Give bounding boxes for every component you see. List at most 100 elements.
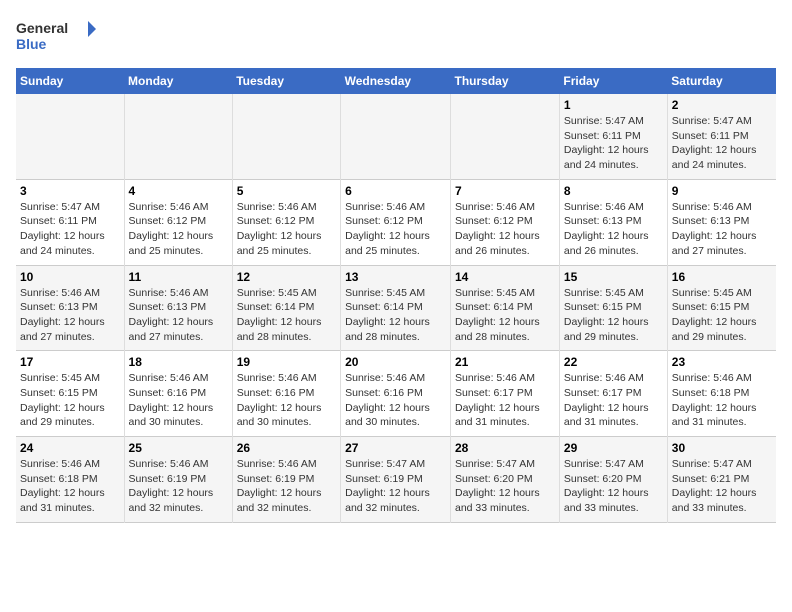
day-cell: 30 Sunrise: 5:47 AM Sunset: 6:21 PM Dayli… [667, 437, 776, 523]
day-cell: 3Sunrise: 5:47 AM Sunset: 6:11 PM Daylig… [16, 179, 124, 265]
header-saturday: Saturday [667, 68, 776, 94]
day-cell: 28 Sunrise: 5:47 AM Sunset: 6:20 PM Dayli… [451, 437, 560, 523]
day-cell [232, 94, 340, 179]
day-number: 5 [237, 184, 336, 198]
day-number: 4 [129, 184, 228, 198]
day-info: Sunrise: 5:47 AM Sunset: 6:11 PM Dayligh… [20, 200, 120, 259]
day-info: Sunrise: 5:45 AM Sunset: 6:15 PM Dayligh… [672, 286, 772, 345]
svg-text:General: General [16, 20, 68, 36]
day-cell: 1Sunrise: 5:47 AM Sunset: 6:11 PM Daylig… [559, 94, 667, 179]
day-info: Sunrise: 5:46 AM Sunset: 6:16 PM Dayligh… [129, 371, 228, 430]
day-cell: 6Sunrise: 5:46 AM Sunset: 6:12 PM Daylig… [341, 179, 451, 265]
day-number: 12 [237, 270, 336, 284]
logo: General Blue [16, 16, 96, 56]
day-info: Sunrise: 5:46 AM Sunset: 6:13 PM Dayligh… [672, 200, 772, 259]
day-info: Sunrise: 5:46 AM Sunset: 6:18 PM Dayligh… [20, 457, 120, 516]
header-row: SundayMondayTuesdayWednesdayThursdayFrid… [16, 68, 776, 94]
day-cell: 8Sunrise: 5:46 AM Sunset: 6:13 PM Daylig… [559, 179, 667, 265]
day-cell: 26 Sunrise: 5:46 AM Sunset: 6:19 PM Dayli… [232, 437, 340, 523]
day-cell [341, 94, 451, 179]
day-info: Sunrise: 5:46 AM Sunset: 6:17 PM Dayligh… [455, 371, 555, 430]
day-cell [451, 94, 560, 179]
day-number: 10 [20, 270, 120, 284]
day-cell: 27 Sunrise: 5:47 AM Sunset: 6:19 PM Dayli… [341, 437, 451, 523]
day-info: Sunrise: 5:47 AM Sunset: 6:21 PM Dayligh… [672, 457, 772, 516]
day-cell: 16 Sunrise: 5:45 AM Sunset: 6:15 PM Dayli… [667, 265, 776, 351]
day-info: Sunrise: 5:46 AM Sunset: 6:13 PM Dayligh… [129, 286, 228, 345]
day-number: 11 [129, 270, 228, 284]
week-row-1: 1 Sunrise: 5:47 AM Sunset: 6:11 PM Daylig… [16, 94, 776, 179]
day-number: 16 [672, 270, 772, 284]
day-info: Sunrise: 5:45 AM Sunset: 6:15 PM Dayligh… [20, 371, 120, 430]
day-cell: 11 Sunrise: 5:46 AM Sunset: 6:13 PM Dayli… [124, 265, 232, 351]
day-number: 22 [564, 355, 663, 369]
day-cell [16, 94, 124, 179]
day-info: Sunrise: 5:47 AM Sunset: 6:19 PM Dayligh… [345, 457, 446, 516]
page-header: General Blue [16, 16, 776, 56]
day-number: 25 [129, 441, 228, 455]
day-info: Sunrise: 5:46 AM Sunset: 6:19 PM Dayligh… [237, 457, 336, 516]
day-cell [124, 94, 232, 179]
day-number: 23 [672, 355, 772, 369]
day-info: Sunrise: 5:46 AM Sunset: 6:13 PM Dayligh… [564, 200, 663, 259]
header-monday: Monday [124, 68, 232, 94]
day-info: Sunrise: 5:46 AM Sunset: 6:12 PM Dayligh… [237, 200, 336, 259]
day-info: Sunrise: 5:47 AM Sunset: 6:11 PM Dayligh… [672, 114, 772, 173]
day-cell: 10 Sunrise: 5:46 AM Sunset: 6:13 PM Dayli… [16, 265, 124, 351]
day-info: Sunrise: 5:46 AM Sunset: 6:17 PM Dayligh… [564, 371, 663, 430]
day-number: 26 [237, 441, 336, 455]
day-cell: 13 Sunrise: 5:45 AM Sunset: 6:14 PM Dayli… [341, 265, 451, 351]
day-number: 7 [455, 184, 555, 198]
day-number: 13 [345, 270, 446, 284]
logo-svg: General Blue [16, 16, 96, 56]
day-cell: 23Sunrise: 5:46 AM Sunset: 6:18 PM Dayli… [667, 351, 776, 437]
header-friday: Friday [559, 68, 667, 94]
day-cell: 19Sunrise: 5:46 AM Sunset: 6:16 PM Dayli… [232, 351, 340, 437]
day-info: Sunrise: 5:45 AM Sunset: 6:15 PM Dayligh… [564, 286, 663, 345]
day-cell: 14 Sunrise: 5:45 AM Sunset: 6:14 PM Dayli… [451, 265, 560, 351]
day-number: 27 [345, 441, 446, 455]
calendar-table: SundayMondayTuesdayWednesdayThursdayFrid… [16, 68, 776, 523]
day-cell: 25 Sunrise: 5:46 AM Sunset: 6:19 PM Dayli… [124, 437, 232, 523]
day-info: Sunrise: 5:46 AM Sunset: 6:12 PM Dayligh… [129, 200, 228, 259]
day-cell: 17 Sunrise: 5:45 AM Sunset: 6:15 PM Dayli… [16, 351, 124, 437]
day-number: 30 [672, 441, 772, 455]
day-info: Sunrise: 5:46 AM Sunset: 6:12 PM Dayligh… [345, 200, 446, 259]
header-sunday: Sunday [16, 68, 124, 94]
day-number: 17 [20, 355, 120, 369]
day-info: Sunrise: 5:46 AM Sunset: 6:12 PM Dayligh… [455, 200, 555, 259]
day-info: Sunrise: 5:45 AM Sunset: 6:14 PM Dayligh… [455, 286, 555, 345]
day-info: Sunrise: 5:46 AM Sunset: 6:19 PM Dayligh… [129, 457, 228, 516]
day-cell: 29Sunrise: 5:47 AM Sunset: 6:20 PM Dayli… [559, 437, 667, 523]
day-cell: 24 Sunrise: 5:46 AM Sunset: 6:18 PM Dayli… [16, 437, 124, 523]
day-cell: 20Sunrise: 5:46 AM Sunset: 6:16 PM Dayli… [341, 351, 451, 437]
day-number: 24 [20, 441, 120, 455]
day-number: 1 [564, 98, 663, 112]
header-thursday: Thursday [451, 68, 560, 94]
day-number: 20 [345, 355, 446, 369]
day-number: 21 [455, 355, 555, 369]
week-row-3: 10 Sunrise: 5:46 AM Sunset: 6:13 PM Dayli… [16, 265, 776, 351]
day-cell: 2 Sunrise: 5:47 AM Sunset: 6:11 PM Daylig… [667, 94, 776, 179]
week-row-5: 24 Sunrise: 5:46 AM Sunset: 6:18 PM Dayli… [16, 437, 776, 523]
week-row-2: 3Sunrise: 5:47 AM Sunset: 6:11 PM Daylig… [16, 179, 776, 265]
day-info: Sunrise: 5:46 AM Sunset: 6:13 PM Dayligh… [20, 286, 120, 345]
day-number: 15 [564, 270, 663, 284]
day-cell: 7 Sunrise: 5:46 AM Sunset: 6:12 PM Daylig… [451, 179, 560, 265]
day-number: 9 [672, 184, 772, 198]
day-info: Sunrise: 5:45 AM Sunset: 6:14 PM Dayligh… [345, 286, 446, 345]
day-cell: 15 Sunrise: 5:45 AM Sunset: 6:15 PM Dayli… [559, 265, 667, 351]
day-info: Sunrise: 5:47 AM Sunset: 6:20 PM Dayligh… [564, 457, 663, 516]
day-number: 28 [455, 441, 555, 455]
day-number: 14 [455, 270, 555, 284]
day-number: 2 [672, 98, 772, 112]
header-wednesday: Wednesday [341, 68, 451, 94]
day-cell: 22 Sunrise: 5:46 AM Sunset: 6:17 PM Dayli… [559, 351, 667, 437]
day-cell: 12Sunrise: 5:45 AM Sunset: 6:14 PM Dayli… [232, 265, 340, 351]
day-number: 18 [129, 355, 228, 369]
svg-text:Blue: Blue [16, 36, 47, 52]
day-number: 19 [237, 355, 336, 369]
week-row-4: 17 Sunrise: 5:45 AM Sunset: 6:15 PM Dayli… [16, 351, 776, 437]
day-info: Sunrise: 5:47 AM Sunset: 6:20 PM Dayligh… [455, 457, 555, 516]
header-tuesday: Tuesday [232, 68, 340, 94]
